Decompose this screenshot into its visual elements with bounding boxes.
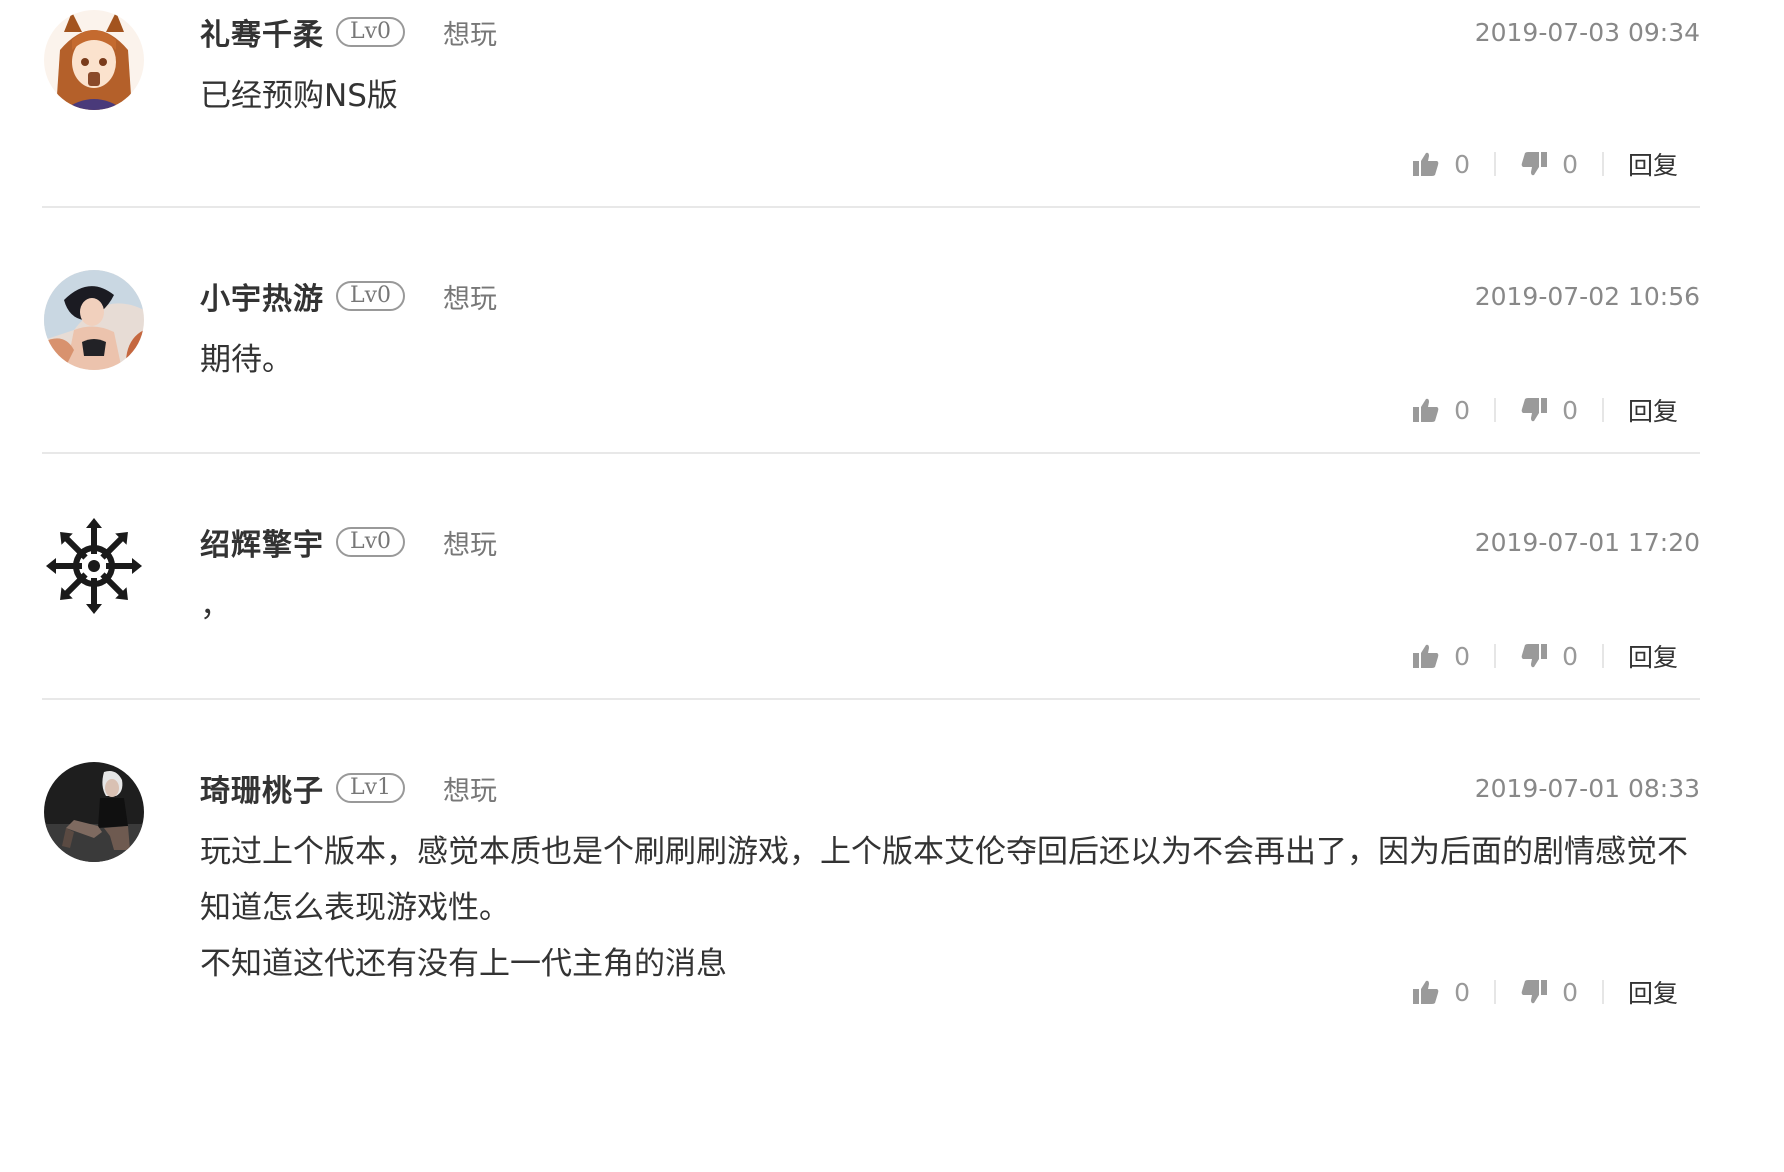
dislike-button[interactable]: 0 bbox=[1520, 396, 1578, 425]
status-tag: 想玩 bbox=[443, 529, 498, 561]
comment-actions: 0 0 回复 bbox=[1412, 390, 1678, 430]
comment-content: 期待。 bbox=[200, 332, 1690, 388]
comment-content: 玩过上个版本，感觉本质也是个刷刷刷游戏，上个版本艾伦夺回后还以为不会再出了，因为… bbox=[200, 824, 1690, 992]
chaos-star-avatar-icon bbox=[44, 516, 144, 616]
timestamp: 2019-07-01 08:33 bbox=[1474, 773, 1700, 803]
dislike-button[interactable]: 0 bbox=[1520, 150, 1578, 179]
like-count: 0 bbox=[1454, 641, 1471, 671]
divider bbox=[1494, 152, 1497, 176]
username[interactable]: 琦珊桃子 bbox=[200, 766, 324, 810]
comment-content: ， bbox=[200, 578, 1690, 634]
thumbs-up-icon bbox=[1413, 980, 1439, 1004]
comment-actions: 0 0 回复 bbox=[1412, 636, 1678, 676]
comment-item: 绍辉擎宇 Lv0 想玩 2019-07-01 17:20 ， 0 0 回复 bbox=[42, 454, 1700, 700]
dislike-button[interactable]: 0 bbox=[1520, 642, 1578, 671]
avatar[interactable] bbox=[44, 270, 144, 370]
timestamp: 2019-07-01 17:20 bbox=[1474, 527, 1700, 557]
reply-button[interactable]: 回复 bbox=[1628, 392, 1678, 428]
status-tag: 想玩 bbox=[443, 775, 498, 807]
comment-text: 期待。 bbox=[200, 342, 293, 378]
comment-header: 礼骞千柔 Lv0 想玩 2019-07-03 09:34 bbox=[200, 10, 1700, 54]
comment-item: 琦珊桃子 Lv1 想玩 2019-07-01 08:33 玩过上个版本，感觉本质… bbox=[42, 700, 1700, 1172]
timestamp: 2019-07-03 09:34 bbox=[1474, 17, 1700, 47]
like-button[interactable]: 0 bbox=[1412, 396, 1470, 425]
divider bbox=[1601, 398, 1604, 422]
avatar[interactable] bbox=[44, 762, 144, 862]
anime-girl-avatar-icon bbox=[44, 10, 144, 110]
thumbs-up-icon bbox=[1413, 644, 1439, 668]
comment-actions: 0 0 回复 bbox=[1412, 144, 1678, 184]
reply-button[interactable]: 回复 bbox=[1628, 146, 1678, 182]
divider bbox=[1601, 980, 1604, 1004]
like-count: 0 bbox=[1454, 149, 1471, 179]
level-badge: Lv0 bbox=[336, 527, 406, 557]
comment-text: 已经预购NS版 bbox=[200, 78, 398, 114]
level-badge: Lv0 bbox=[336, 17, 406, 47]
like-count: 0 bbox=[1454, 977, 1471, 1007]
comment-list: 礼骞千柔 Lv0 想玩 2019-07-03 09:34 已经预购NS版 0 0… bbox=[0, 0, 1784, 1172]
thumbs-down-icon bbox=[1521, 644, 1548, 668]
avatar[interactable] bbox=[44, 516, 144, 616]
dislike-count: 0 bbox=[1562, 641, 1578, 671]
username[interactable]: 礼骞千柔 bbox=[200, 10, 324, 54]
thumbs-down-icon bbox=[1521, 152, 1548, 176]
character-portrait-avatar-icon bbox=[44, 270, 144, 370]
like-button[interactable]: 0 bbox=[1412, 642, 1470, 671]
avatar[interactable] bbox=[44, 10, 144, 110]
dislike-button[interactable]: 0 bbox=[1520, 978, 1578, 1007]
thumbs-down-icon bbox=[1521, 980, 1548, 1004]
username[interactable]: 绍辉擎宇 bbox=[200, 520, 324, 564]
divider bbox=[1494, 644, 1497, 668]
divider bbox=[1494, 398, 1497, 422]
thumbs-down-icon bbox=[1521, 398, 1548, 422]
comment-actions: 0 0 回复 bbox=[1412, 972, 1678, 1012]
comment-text: ， bbox=[200, 588, 231, 624]
comment-item: 小宇热游 Lv0 想玩 2019-07-02 10:56 期待。 0 0 回复 bbox=[42, 208, 1700, 454]
comment-text: 玩过上个版本，感觉本质也是个刷刷刷游戏，上个版本艾伦夺回后还以为不会再出了，因为… bbox=[200, 834, 1688, 926]
comment-header: 琦珊桃子 Lv1 想玩 2019-07-01 08:33 bbox=[200, 766, 1700, 810]
like-button[interactable]: 0 bbox=[1412, 150, 1470, 179]
dislike-count: 0 bbox=[1562, 149, 1578, 179]
like-count: 0 bbox=[1454, 395, 1471, 425]
level-badge: Lv1 bbox=[336, 773, 406, 803]
reply-button[interactable]: 回复 bbox=[1628, 974, 1678, 1010]
dislike-count: 0 bbox=[1562, 395, 1578, 425]
username[interactable]: 小宇热游 bbox=[200, 274, 324, 318]
comment-content: 已经预购NS版 bbox=[200, 68, 1690, 124]
divider bbox=[1601, 152, 1604, 176]
comment-header: 绍辉擎宇 Lv0 想玩 2019-07-01 17:20 bbox=[200, 520, 1700, 564]
status-tag: 想玩 bbox=[443, 19, 498, 51]
thumbs-up-icon bbox=[1413, 152, 1439, 176]
dislike-count: 0 bbox=[1562, 977, 1578, 1007]
dark-figure-avatar-icon bbox=[44, 762, 144, 862]
divider bbox=[1601, 644, 1604, 668]
comment-header: 小宇热游 Lv0 想玩 2019-07-02 10:56 bbox=[200, 274, 1700, 318]
timestamp: 2019-07-02 10:56 bbox=[1474, 281, 1700, 311]
level-badge: Lv0 bbox=[336, 281, 406, 311]
like-button[interactable]: 0 bbox=[1412, 978, 1470, 1007]
status-tag: 想玩 bbox=[443, 283, 498, 315]
divider bbox=[1494, 980, 1497, 1004]
comment-item: 礼骞千柔 Lv0 想玩 2019-07-03 09:34 已经预购NS版 0 0… bbox=[42, 0, 1700, 208]
reply-button[interactable]: 回复 bbox=[1628, 638, 1678, 674]
thumbs-up-icon bbox=[1413, 398, 1439, 422]
